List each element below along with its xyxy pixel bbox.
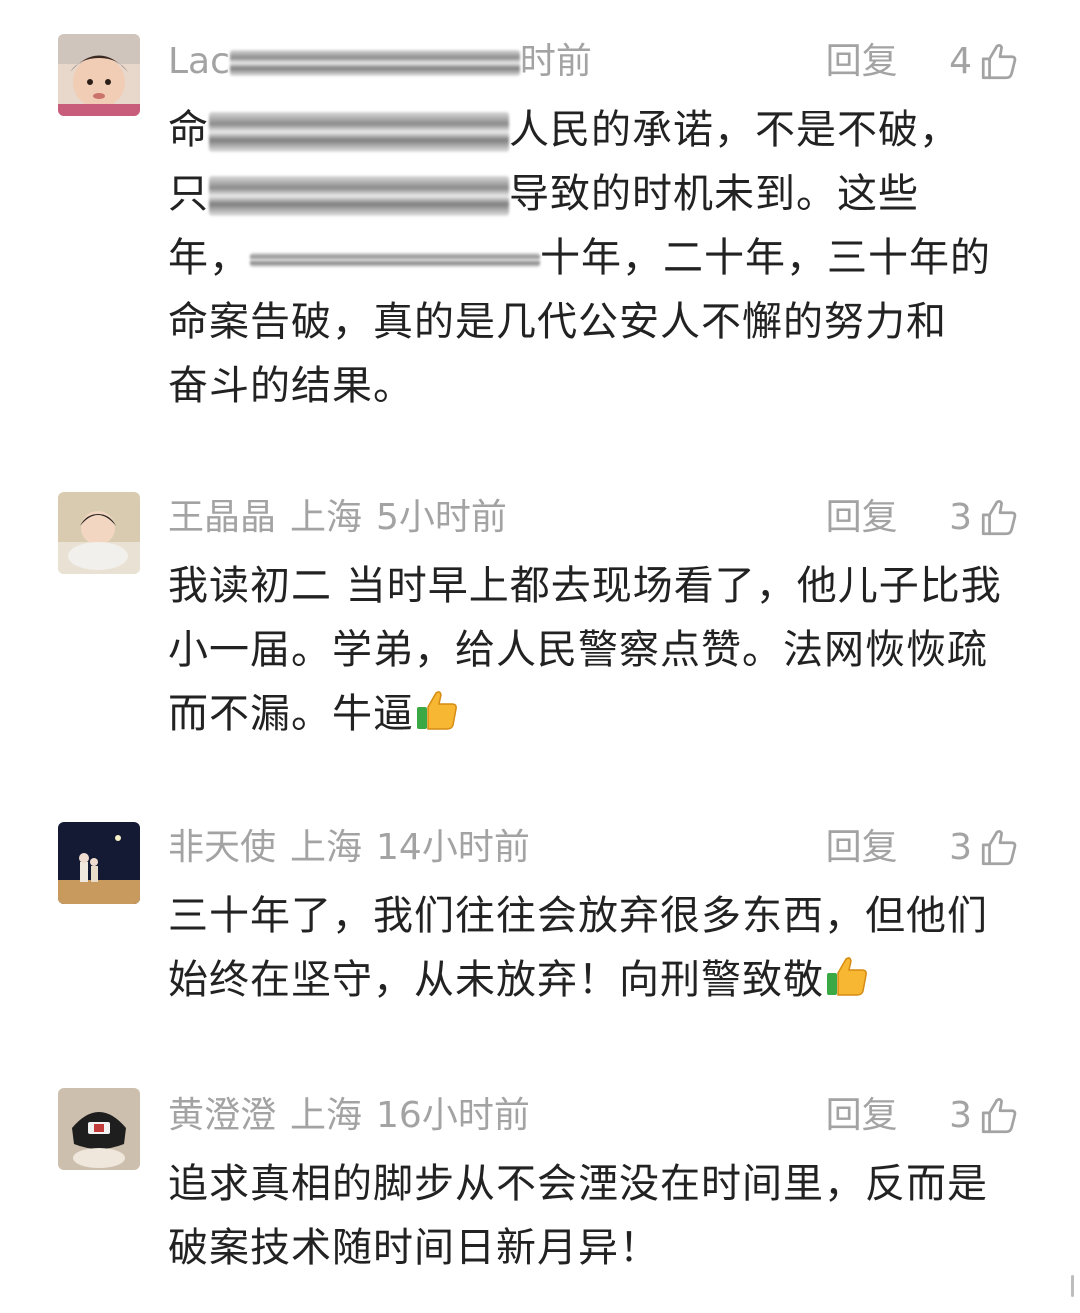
- scrollbar[interactable]: [1071, 1275, 1074, 1297]
- text-fragment: 十年，二十年，三十年的: [540, 235, 991, 281]
- avatar-image: [58, 492, 140, 574]
- like-button[interactable]: 3: [949, 488, 1020, 548]
- comment-line: 只 导致的时机未到。这些: [168, 162, 1028, 226]
- redacted-block: [229, 50, 520, 76]
- comment-text: 追求真相的脚步从不会湮没在时间里，反而是破案技术随时间日新月异！: [168, 1152, 1028, 1280]
- thumbs-up-outline-icon: [981, 1098, 1017, 1134]
- like-count: 3: [949, 827, 972, 868]
- timestamp: 时前: [519, 41, 592, 82]
- comment-line: 命 人民的承诺，不是不破，: [168, 98, 1028, 162]
- text-fragment: 只: [168, 171, 209, 217]
- location: 上海: [290, 497, 363, 538]
- location: 上海: [290, 827, 363, 868]
- like-count: 3: [949, 497, 972, 538]
- comment-actions: 回复 4: [826, 32, 1020, 92]
- timestamp: 5小时前: [376, 497, 507, 538]
- like-button[interactable]: 3: [949, 1086, 1020, 1146]
- reply-button[interactable]: 回复: [826, 1095, 898, 1136]
- comment-meta: 非天使 上海 14小时前: [168, 818, 544, 878]
- avatar-image: [58, 822, 140, 904]
- comment-actions: 回复 3: [826, 1086, 1020, 1146]
- avatar[interactable]: [58, 492, 140, 574]
- comment-meta: 王晶晶 上海 5小时前: [168, 488, 521, 548]
- thumbs-up-outline-icon: [981, 44, 1017, 80]
- thumbs-up-outline-icon: [981, 500, 1017, 536]
- like-button[interactable]: 4: [949, 32, 1020, 92]
- like-count: 4: [949, 41, 972, 82]
- comment-line: 命案告破，真的是几代公安人不懈的努力和: [168, 290, 1028, 354]
- comment-line: 年， 十年，二十年，三十年的: [168, 226, 1028, 290]
- reply-button[interactable]: 回复: [826, 41, 898, 82]
- comment-meta: 黄澄澄 上海 16小时前: [168, 1086, 544, 1146]
- timestamp: 16小时前: [376, 1095, 530, 1136]
- reply-button[interactable]: 回复: [826, 827, 898, 868]
- username[interactable]: 黄澄澄: [168, 1095, 276, 1136]
- text-fragment: 导致的时机未到。这些: [509, 171, 919, 217]
- comment-body: 我读初二 当时早上都去现场看了，他儿子比我小一届。学弟，给人民警察点赞。法网恢恢…: [168, 563, 1002, 737]
- text-fragment: 奋斗的结果。: [168, 363, 414, 409]
- username[interactable]: 非天使: [168, 827, 276, 868]
- text-fragment: 命案告破，真的是几代公安人不懈的努力和: [168, 299, 947, 345]
- reply-button[interactable]: 回复: [826, 497, 898, 538]
- redacted-block: [250, 253, 540, 267]
- like-button[interactable]: 3: [949, 818, 1020, 878]
- avatar-image: [58, 34, 140, 116]
- comment-actions: 回复 3: [826, 488, 1020, 548]
- comment-body: 追求真相的脚步从不会湮没在时间里，反而是破案技术随时间日新月异！: [168, 1161, 988, 1271]
- like-count: 3: [949, 1095, 972, 1136]
- text-fragment: 人民的承诺，不是不破，: [509, 107, 960, 153]
- timestamp: 14小时前: [376, 827, 530, 868]
- text-fragment: 年，: [168, 235, 250, 281]
- avatar[interactable]: [58, 1088, 140, 1170]
- comment-text: 我读初二 当时早上都去现场看了，他儿子比我小一届。学弟，给人民警察点赞。法网恢恢…: [168, 554, 1023, 746]
- comment-meta: Lac 时前: [168, 32, 606, 92]
- thumbs-up-emoji-icon: [417, 691, 457, 730]
- avatar[interactable]: [58, 822, 140, 904]
- redacted-block: [209, 112, 509, 152]
- text-fragment: 命: [168, 107, 209, 153]
- comment-line: 奋斗的结果。: [168, 354, 1028, 418]
- thumbs-up-outline-icon: [981, 830, 1017, 866]
- avatar-image: [58, 1088, 140, 1170]
- comment-text: 命 人民的承诺，不是不破， 只 导致的时机未到。这些 年， 十年，二十年，三十年的 命…: [168, 98, 1028, 418]
- redacted-block: [209, 176, 509, 216]
- comment-text: 三十年了，我们往往会放弃很多东西，但他们始终在坚守，从未放弃！向刑警致敬: [168, 884, 1028, 1012]
- location: 上海: [290, 1095, 363, 1136]
- username[interactable]: Lac: [168, 41, 230, 82]
- thumbs-up-emoji-icon: [827, 957, 867, 996]
- username[interactable]: 王晶晶: [168, 497, 276, 538]
- avatar[interactable]: [58, 34, 140, 116]
- comment-actions: 回复 3: [826, 818, 1020, 878]
